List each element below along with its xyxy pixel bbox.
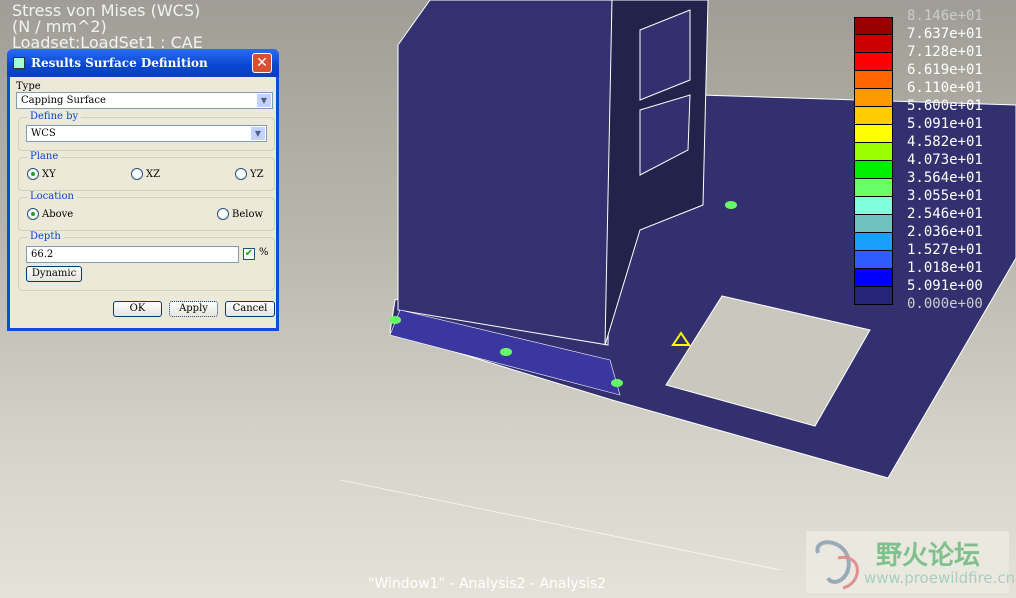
depth-group: Depth 66.2 ✔ % Dynamic <box>18 231 275 291</box>
percent-checkbox[interactable]: ✔ <box>243 248 255 260</box>
legend-label: 2.036e+01 <box>907 224 983 240</box>
watermark: 野火论坛 www.proewildfire.cn <box>806 531 1015 593</box>
ok-button[interactable]: OK <box>113 301 162 317</box>
legend-label: 3.055e+01 <box>907 188 983 204</box>
watermark-text: 野火论坛 <box>876 541 981 571</box>
apply-button[interactable]: Apply <box>169 301 218 317</box>
legend-band <box>854 17 893 35</box>
location-label: Location <box>27 191 77 202</box>
cancel-button[interactable]: Cancel <box>225 301 275 317</box>
window-caption: "Window1" - Analysis2 - Analysis2 <box>368 576 607 592</box>
legend-label: 5.600e+01 <box>907 98 983 114</box>
define-by-label: Define by <box>27 111 82 122</box>
type-label: Type <box>16 81 41 92</box>
legend-label: 7.637e+01 <box>907 26 983 42</box>
define-by-group: Define by WCS ▼ <box>18 111 275 151</box>
dialog-title: Results Surface Definition <box>31 56 208 70</box>
dynamic-button[interactable]: Dynamic <box>26 266 82 282</box>
close-button[interactable]: ✕ <box>252 53 272 73</box>
depth-label: Depth <box>27 231 64 242</box>
plane-label: Plane <box>27 151 62 162</box>
legend-label: 1.018e+01 <box>907 260 983 276</box>
legend-label: 4.073e+01 <box>907 152 983 168</box>
depth-input[interactable]: 66.2 <box>26 246 239 263</box>
legend-band <box>854 197 893 215</box>
type-value: Capping Surface <box>21 95 106 106</box>
dialog-icon <box>13 57 25 69</box>
legend-band <box>854 71 893 89</box>
radio-yz[interactable]: YZ <box>235 168 264 180</box>
chevron-down-icon[interactable]: ▼ <box>251 127 265 140</box>
legend-label: 0.000e+00 <box>907 296 983 312</box>
plane-group: Plane XY XZ YZ <box>18 151 275 191</box>
radio-below[interactable]: Below <box>217 208 263 220</box>
legend-band <box>854 89 893 107</box>
legend-label: 4.582e+01 <box>907 134 983 150</box>
legend-label: 6.110e+01 <box>907 80 983 96</box>
radio-above[interactable]: Above <box>27 208 73 220</box>
legend-band <box>854 179 893 197</box>
watermark-url: www.proewildfire.cn <box>864 569 1016 587</box>
legend-band <box>854 107 893 125</box>
radio-xz[interactable]: XZ <box>131 168 160 180</box>
legend-band <box>854 143 893 161</box>
radio-xy[interactable]: XY <box>27 168 56 180</box>
type-select[interactable]: Capping Surface ▼ <box>16 92 273 109</box>
legend-label: 3.564e+01 <box>907 170 983 186</box>
define-by-select[interactable]: WCS ▼ <box>26 125 267 142</box>
legend-label: 7.128e+01 <box>907 44 983 60</box>
define-by-value: WCS <box>31 128 56 139</box>
chevron-down-icon[interactable]: ▼ <box>257 94 271 107</box>
legend-band <box>854 215 893 233</box>
watermark-logo-icon <box>815 540 859 590</box>
location-group: Location Above Below <box>18 191 275 231</box>
legend-band <box>854 269 893 287</box>
legend-label: 1.527e+01 <box>907 242 983 258</box>
dialog-titlebar[interactable]: Results Surface Definition <box>7 49 279 77</box>
legend-label: 2.546e+01 <box>907 206 983 222</box>
legend-label: 5.091e+01 <box>907 116 983 132</box>
legend-label: 6.619e+01 <box>907 62 983 78</box>
results-surface-dialog: Results Surface Definition ✕ Type Cappin… <box>7 49 279 331</box>
legend-band <box>854 251 893 269</box>
legend-band <box>854 53 893 71</box>
legend-band <box>854 35 893 53</box>
legend-band <box>854 125 893 143</box>
legend-label: 8.146e+01 <box>907 8 983 24</box>
percent-label: % <box>259 247 269 258</box>
legend-band <box>854 233 893 251</box>
legend-band <box>854 161 893 179</box>
legend-band <box>854 287 893 305</box>
legend-label: 5.091e+00 <box>907 278 983 294</box>
